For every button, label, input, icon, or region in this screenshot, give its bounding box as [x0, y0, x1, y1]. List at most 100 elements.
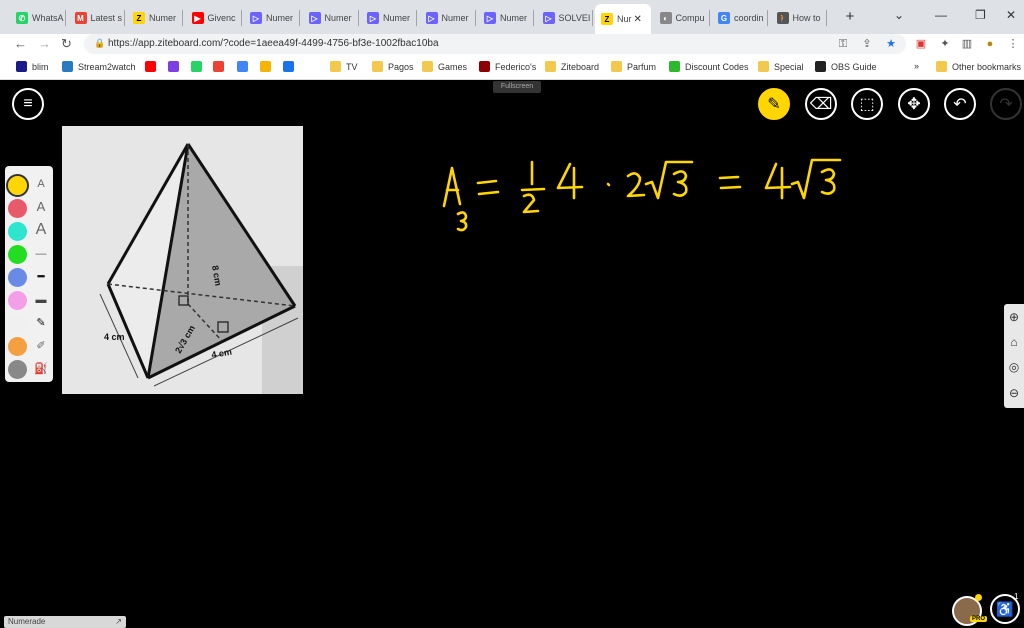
tab-favicon-icon: ✆ — [16, 12, 28, 24]
tab-search-icon[interactable]: ⌄ — [894, 8, 904, 22]
browser-tab[interactable]: ✆ WhatsA — [10, 6, 66, 30]
tab-close-icon[interactable]: ✕ — [634, 14, 642, 25]
browser-tab[interactable]: ▷ Numer — [361, 6, 417, 30]
tab-label: coordin — [734, 13, 764, 23]
bookmark-favicon-icon — [213, 61, 224, 72]
bookmark-item[interactable]: blim — [16, 61, 49, 72]
color-swatch[interactable] — [8, 291, 27, 310]
browser-tab[interactable]: ▷ SOLVEI — [537, 6, 593, 30]
side-panel-icon[interactable]: ▥ — [960, 37, 974, 51]
bookmark-item[interactable]: Pagos — [372, 61, 414, 72]
new-tab-icon[interactable]: + — [843, 9, 857, 24]
bookmark-item[interactable]: Discount Codes — [669, 61, 749, 72]
lock-icon[interactable]: 🔒 — [94, 38, 105, 49]
browser-tab[interactable]: ▶ Givenc — [186, 6, 242, 30]
move-pan-icon[interactable]: ✥ — [898, 88, 930, 120]
highlighter-icon[interactable]: ✐ — [33, 338, 49, 354]
tab-separator — [708, 10, 710, 26]
tab-separator — [182, 10, 183, 26]
browser-tab[interactable]: ▷ Numer — [478, 6, 534, 30]
bookmark-item[interactable]: Stream2watch — [62, 61, 136, 72]
forward-icon[interactable]: → — [38, 36, 51, 51]
menu-kebab-icon[interactable]: ⋮ — [1006, 37, 1020, 51]
line-thick-icon[interactable]: ▬ — [33, 292, 49, 308]
bookmark-item[interactable]: Federico's — [479, 61, 536, 72]
browser-tab[interactable]: Z Nur ✕ — [595, 4, 651, 34]
bookmark-item[interactable]: Games — [422, 61, 467, 72]
eraser-icon[interactable]: ⌫ — [805, 88, 837, 120]
browser-tab[interactable]: Gcoordin — [712, 6, 768, 30]
color-swatch[interactable] — [8, 314, 27, 333]
bookmark-item[interactable] — [168, 61, 184, 72]
address-bar[interactable]: 🔒 https://app.ziteboard.com/?code=1aeea4… — [84, 34, 906, 54]
minimize-icon[interactable]: — — [935, 8, 947, 22]
browser-tab[interactable]: ◐ Compu — [654, 6, 710, 30]
tab-label: How to — [792, 13, 821, 23]
restore-icon[interactable]: ❐ — [975, 8, 986, 22]
line-medium-icon[interactable]: ━ — [33, 269, 49, 285]
color-swatch[interactable] — [8, 360, 27, 379]
browser-tab[interactable]: ▷ Numer — [303, 6, 359, 30]
whiteboard-canvas[interactable]: Fullscreen ≡ ✎ ⌫ ⬚ ✥ ↶ ↷ A A A — ━ ▬ ✎ ✐… — [0, 80, 1024, 628]
bookmark-item[interactable] — [260, 61, 276, 72]
bookmark-favicon-icon — [237, 61, 248, 72]
other-bookmarks[interactable]: Other bookmarks — [936, 61, 1021, 72]
bookmark-label: Special — [774, 61, 804, 72]
bookmark-item[interactable] — [237, 61, 253, 72]
browser-tab[interactable]: ▷ Numer — [420, 6, 476, 30]
more-bookmarks-chevron[interactable]: » — [914, 61, 919, 71]
bookmark-item[interactable]: Ziteboard — [545, 61, 599, 72]
color-swatch[interactable] — [8, 245, 27, 264]
bookmark-item[interactable] — [191, 61, 207, 72]
bookmark-item[interactable] — [145, 61, 161, 72]
tab-favicon-icon: ▷ — [367, 12, 379, 24]
bookmark-item[interactable] — [283, 61, 299, 72]
browser-tab[interactable]: ▷ Numer — [244, 6, 300, 30]
redo-icon[interactable]: ↷ — [990, 88, 1022, 120]
color-swatch[interactable] — [8, 222, 27, 241]
text-large-icon[interactable]: A — [33, 222, 49, 238]
close-window-icon[interactable]: ✕ — [1006, 8, 1016, 22]
line-thin-icon[interactable]: — — [33, 246, 49, 262]
tab-label: Numer — [149, 13, 177, 23]
extension-red-icon[interactable]: ▣ — [914, 37, 928, 51]
home-icon[interactable]: ⌂ — [1007, 335, 1021, 349]
color-swatch[interactable] — [8, 199, 27, 218]
bookmark-item[interactable]: TV — [330, 61, 358, 72]
browser-tab[interactable]: 🚶 How to — [771, 6, 827, 30]
bookmark-label: Discount Codes — [685, 61, 749, 72]
color-swatch[interactable] — [8, 268, 27, 287]
bookmark-item[interactable]: Parfum — [611, 61, 656, 72]
undo-icon[interactable]: ↶ — [944, 88, 976, 120]
back-icon[interactable]: ← — [14, 36, 27, 51]
bookmark-item[interactable]: Special — [758, 61, 804, 72]
bookmark-item[interactable]: OBS Guide — [815, 61, 877, 72]
profile-avatar-icon[interactable]: ● — [983, 37, 997, 51]
browser-tab[interactable]: Z Numer — [127, 6, 183, 30]
text-small-icon[interactable]: A — [33, 176, 49, 192]
bookmark-item[interactable] — [213, 61, 229, 72]
extensions-puzzle-icon[interactable]: ✦ — [938, 37, 952, 51]
bookmark-favicon-icon — [145, 61, 156, 72]
fill-bucket-icon[interactable]: ⛽ — [33, 361, 49, 377]
bookmark-favicon-icon — [758, 61, 769, 72]
pyramid-image: 8 cm 2√3 cm 4 cm 4 cm — [62, 126, 303, 394]
zoom-out-icon[interactable]: ⊖ — [1007, 386, 1021, 400]
browser-tab[interactable]: M Latest s — [69, 6, 125, 30]
expand-icon[interactable]: ↗ — [115, 616, 122, 628]
bookmark-star-icon[interactable]: ★ — [884, 37, 898, 51]
zoom-in-icon[interactable]: ⊕ — [1007, 310, 1021, 324]
share-icon[interactable]: ⇪ — [860, 37, 874, 51]
text-medium-icon[interactable]: A — [33, 199, 49, 215]
key-icon[interactable]: ⚿ — [836, 37, 850, 51]
url-text[interactable]: https://app.ziteboard.com/?code=1aeea49f… — [108, 38, 439, 49]
center-target-icon[interactable]: ◎ — [1007, 360, 1021, 374]
hamburger-menu-icon[interactable]: ≡ — [12, 88, 44, 120]
pen-icon[interactable]: ✎ — [33, 315, 49, 331]
tab-favicon-icon: Z — [601, 13, 613, 25]
reload-icon[interactable]: ↻ — [61, 36, 72, 52]
tab-separator — [416, 10, 417, 26]
color-swatch[interactable] — [8, 337, 27, 356]
select-area-icon[interactable]: ⬚ — [851, 88, 883, 120]
pen-tool-icon[interactable]: ✎ — [758, 88, 790, 120]
